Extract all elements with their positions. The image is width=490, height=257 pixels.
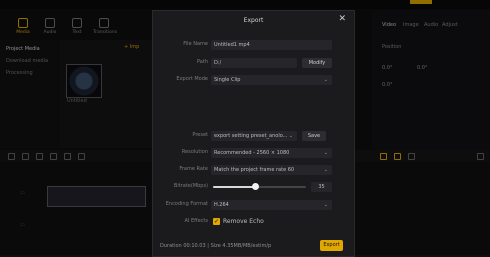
chevron-down-icon: ⌄ [323,167,328,173]
size-label: Size [210,243,221,249]
export-mode-label: Export Mode [176,76,208,82]
file-name-label: File Name [183,41,208,47]
row-frame-rate: Frame Rate Match the project frame rate … [153,165,354,175]
chevron-down-icon: ⌄ [323,77,328,83]
encoding-value: H.264 [214,202,229,208]
row-bitrate: Bitrate(Mbps) 35 [153,182,354,192]
resolution-label: Resolution [181,149,208,155]
row-export-mode: Export Mode Single Clip ⌄ [153,75,354,85]
save-preset-button[interactable]: Save [302,131,326,141]
row-ai-effects: AI Effects ✓ Remove Echo [153,217,354,227]
frame-rate-value: Match the project frame rate 60 [214,167,295,173]
remove-echo-label: Remove Echo [223,218,264,225]
preset-label: Preset [192,132,208,138]
resolution-value: Recommended - 2560 × 1080 [214,150,290,156]
remove-echo-checkbox[interactable]: ✓ [213,218,220,225]
file-name-field[interactable]: Untitled1 mp4 [211,40,332,50]
frame-rate-select[interactable]: Match the project frame rate 60 ⌄ [211,165,332,175]
close-button[interactable]: ✕ [338,14,346,24]
chevron-down-icon: ⌄ [323,202,328,208]
row-path: Path D:/ Modify [153,58,354,68]
size-value: 4.35MB/MB/estim/p [222,243,272,249]
export-mode-select[interactable]: Single Clip ⌄ [211,75,332,85]
chevron-down-icon: ⌄ [288,133,293,139]
bitrate-slider-fill [213,186,255,188]
dialog-footer: Duration 00:10.03 | Size 4.35MB/MB/estim… [153,236,354,256]
row-resolution: Resolution Recommended - 2560 × 1080 ⌄ [153,148,354,158]
duration-label: Duration [160,243,182,249]
modify-button[interactable]: Modify [302,58,332,68]
duration-value: 00:10.03 [183,243,206,249]
row-file-name: File Name Untitled1 mp4 [153,40,354,50]
export-button[interactable]: Export [320,240,343,251]
preset-value: export setting preset_anolo... [214,133,288,139]
export-mode-value: Single Clip [214,77,241,83]
row-preset: Preset export setting preset_anolo... ⌄ … [153,131,354,141]
bitrate-slider-handle[interactable] [252,183,259,190]
path-label: Path [197,59,208,65]
bitrate-value[interactable]: 35 [311,182,332,192]
row-encoding: Encoding Format H.264 ⌄ [153,200,354,210]
ai-effects-label: AI Effects [184,218,208,224]
resolution-select[interactable]: Recommended - 2560 × 1080 ⌄ [211,148,332,158]
bitrate-label: Bitrate(Mbps) [173,183,208,189]
dialog-title: Export [243,17,264,24]
encoding-label: Encoding Format [165,201,208,207]
preset-select[interactable]: export setting preset_anolo... ⌄ [211,131,297,141]
frame-rate-label: Frame Rate [179,166,208,172]
footer-info: Duration 00:10.03 | Size 4.35MB/MB/estim… [160,243,271,249]
export-dialog: Export ✕ File Name Untitled1 mp4 Path D:… [152,10,355,257]
encoding-select[interactable]: H.264 ⌄ [211,200,332,210]
chevron-down-icon: ⌄ [323,150,328,156]
path-field[interactable]: D:/ [211,58,297,68]
